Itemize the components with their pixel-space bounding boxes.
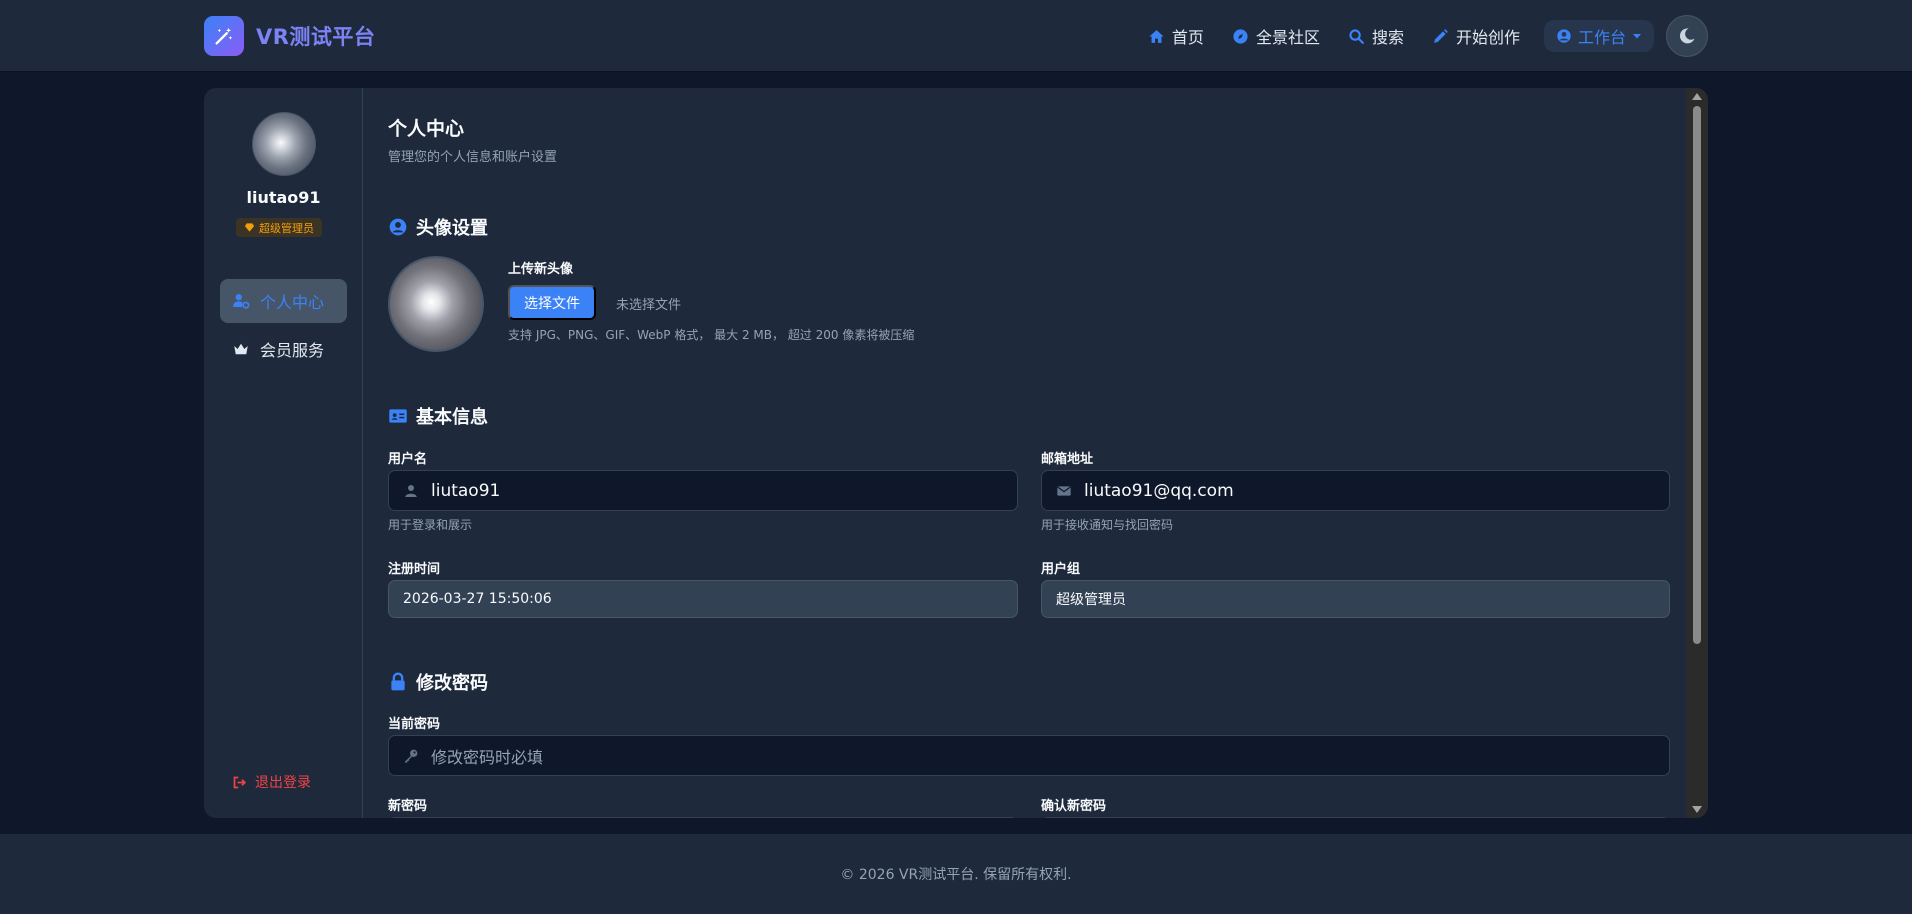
logout-label: 退出登录 <box>255 775 311 791</box>
avatar <box>252 112 316 176</box>
page-title: 个人中心 <box>388 118 465 140</box>
nav-workspace-dropdown[interactable]: 工作台 <box>1543 20 1654 52</box>
password-section-title: 修改密码 <box>388 669 488 695</box>
avatar-section-title-text: 头像设置 <box>416 218 488 239</box>
profile-content: 个人中心 管理您的个人信息和账户设置 头像设置 上传新头像 选择文件 未选择文件… <box>364 88 1686 818</box>
username-value: liutao91 <box>431 480 501 501</box>
nav-create[interactable]: 开始创作 <box>1418 18 1534 54</box>
envelope-icon <box>1057 485 1071 496</box>
current-password-input[interactable]: 修改密码时必填 <box>388 735 1670 776</box>
sidebar-item-membership[interactable]: 会员服务 <box>220 327 347 371</box>
footer: © 2026 VR测试平台. 保留所有权利. <box>0 834 1912 914</box>
logout-button[interactable]: 退出登录 <box>232 772 311 792</box>
email-hint: 用于接收通知与找回密码 <box>1041 518 1174 532</box>
user-icon <box>405 484 417 497</box>
nav-community-label: 全景社区 <box>1255 28 1320 47</box>
brand[interactable]: VR测试平台 <box>204 16 375 56</box>
caret-down-icon <box>1633 34 1641 39</box>
magic-wand-icon <box>204 16 244 56</box>
current-password-label: 当前密码 <box>388 717 441 732</box>
nav-home-label: 首页 <box>1171 28 1204 47</box>
user-circle-icon <box>389 218 407 236</box>
page-subtitle: 管理您的个人信息和账户设置 <box>388 150 558 165</box>
no-file-text: 未选择文件 <box>616 298 682 313</box>
current-password-placeholder: 修改密码时必填 <box>431 747 544 767</box>
user-group-value: 超级管理员 <box>1056 592 1126 608</box>
sign-out-icon <box>233 776 247 788</box>
scroll-up-arrow[interactable] <box>1692 93 1702 100</box>
home-icon <box>1149 29 1164 43</box>
upload-label: 上传新头像 <box>508 262 574 277</box>
key-icon <box>405 749 418 763</box>
username-hint: 用于登录和展示 <box>388 518 473 532</box>
compass-icon <box>1233 28 1248 44</box>
choose-file-button[interactable]: 选择文件 <box>508 285 596 320</box>
copyright-text: © 2026 VR测试平台. 保留所有权利. <box>840 867 1072 883</box>
avatar-section-title: 头像设置 <box>388 214 488 240</box>
nav-community[interactable]: 全景社区 <box>1218 18 1334 54</box>
username-input[interactable]: liutao91 <box>388 470 1018 511</box>
role-badge-label: 超级管理员 <box>259 221 314 235</box>
new-password-input[interactable] <box>388 817 1018 818</box>
sidebar-item-profile[interactable]: 个人中心 <box>220 279 347 323</box>
nav-home[interactable]: 首页 <box>1134 18 1218 54</box>
sidebar-item-label: 个人中心 <box>260 293 325 312</box>
user-circle-icon <box>1557 29 1571 43</box>
user-group-label: 用户组 <box>1041 562 1081 577</box>
content-scrollbar[interactable] <box>1686 88 1708 818</box>
nav-search-label: 搜索 <box>1371 28 1404 47</box>
register-time-label: 注册时间 <box>388 562 441 577</box>
profile-card: liutao91 超级管理员 个人中心 会员服务 退出登录 个人中心 管理您的个… <box>204 88 1708 818</box>
nav-search[interactable]: 搜索 <box>1334 18 1418 54</box>
upload-hint: 支持 JPG、PNG、GIF、WebP 格式， 最大 2 MB， 超过 200 … <box>508 328 915 342</box>
username-label: 用户名 <box>388 452 428 467</box>
register-time-field: 2026-03-27 15:50:06 <box>388 580 1018 618</box>
brand-name: VR测试平台 <box>256 25 376 49</box>
nav-workspace-label: 工作台 <box>1577 28 1626 47</box>
basic-info-title-text: 基本信息 <box>416 407 488 428</box>
basic-info-title: 基本信息 <box>388 403 488 429</box>
password-section-title-text: 修改密码 <box>416 673 488 694</box>
user-gear-icon <box>233 294 250 309</box>
moon-icon <box>1679 28 1695 44</box>
nav-links: 首页 全景社区 搜索 开始创作 工作台 <box>1134 15 1708 57</box>
email-field[interactable]: liutao91@qq.com <box>1041 470 1670 511</box>
id-card-icon <box>389 409 407 423</box>
scroll-down-arrow[interactable] <box>1692 806 1702 813</box>
gem-icon <box>244 223 255 232</box>
sidebar-username: liutao91 <box>246 188 321 207</box>
confirm-password-label: 确认新密码 <box>1041 799 1107 814</box>
crown-icon <box>234 343 248 355</box>
scroll-thumb[interactable] <box>1693 106 1701 644</box>
pencil-icon <box>1434 28 1448 43</box>
user-group-field: 超级管理员 <box>1041 580 1670 618</box>
theme-toggle-button[interactable] <box>1666 15 1708 57</box>
sidebar-item-label: 会员服务 <box>260 341 325 360</box>
new-password-label: 新密码 <box>388 799 428 814</box>
search-icon <box>1349 28 1364 44</box>
nav-create-label: 开始创作 <box>1455 28 1520 47</box>
confirm-password-input[interactable] <box>1041 817 1670 818</box>
avatar-preview <box>388 256 484 352</box>
role-badge: 超级管理员 <box>236 218 322 237</box>
email-value: liutao91@qq.com <box>1084 480 1234 501</box>
register-time-value: 2026-03-27 15:50:06 <box>403 591 552 607</box>
sidebar: liutao91 超级管理员 个人中心 会员服务 退出登录 <box>204 88 363 818</box>
lock-icon <box>391 672 405 691</box>
top-navbar: VR测试平台 首页 全景社区 搜索 开始创作 工作台 <box>0 0 1912 72</box>
email-label: 邮箱地址 <box>1041 452 1094 467</box>
